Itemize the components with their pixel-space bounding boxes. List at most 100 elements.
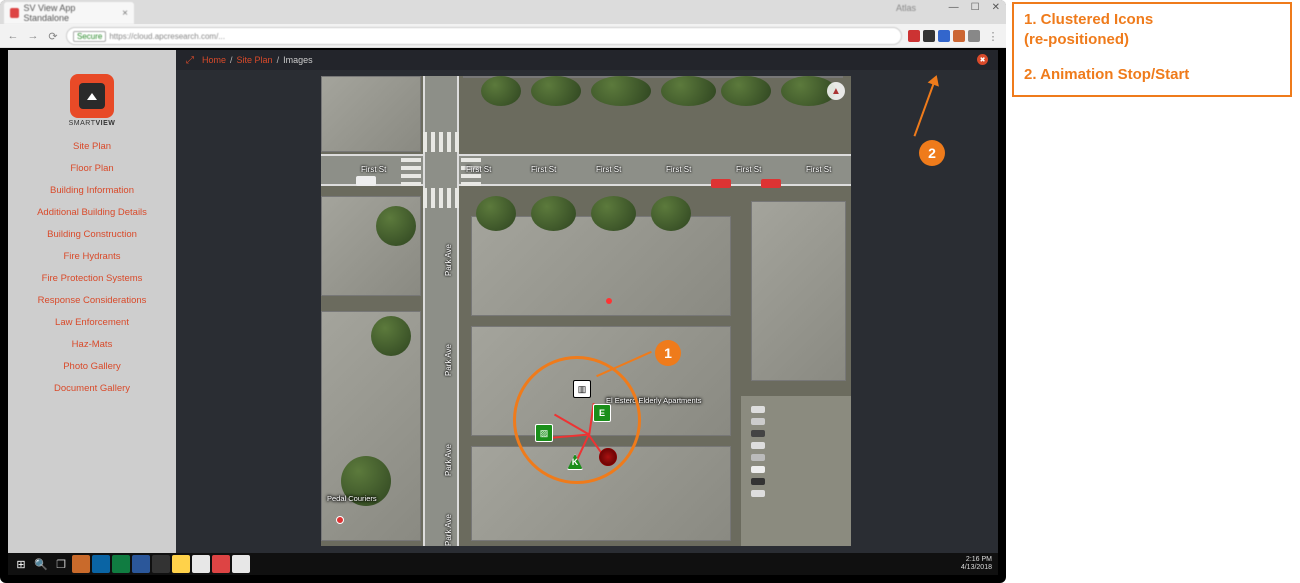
street-label: First St	[531, 165, 556, 174]
expand-icon[interactable]: ⤢	[186, 55, 194, 66]
ext-icon[interactable]	[923, 30, 935, 42]
street-label: Park Ave	[444, 244, 453, 276]
sidebar-item-law-enforcement[interactable]: Law Enforcement	[8, 311, 176, 333]
street-label: First St	[466, 165, 491, 174]
task-view-icon[interactable]: ❐	[52, 555, 70, 573]
page-content: Apps Resources Map for product s... Port…	[8, 50, 998, 553]
street-label: Park Ave	[444, 344, 453, 376]
street-label: First St	[736, 165, 761, 174]
crosswalk	[423, 188, 459, 208]
taskbar-app-icon[interactable]	[112, 555, 130, 573]
browser-profile-name[interactable]: Atlas	[896, 3, 916, 13]
url-text: https://cloud.apcresearch.com/...	[109, 32, 225, 41]
vehicle	[751, 466, 765, 473]
tree	[376, 206, 416, 246]
brand-text: SMARTVIEW	[8, 120, 176, 127]
tab-favicon	[10, 8, 19, 18]
sidebar-item-building-information[interactable]: Building Information	[8, 179, 176, 201]
taskbar-app-icon[interactable]	[172, 555, 190, 573]
browser-window: SV View App Standalone × Atlas — ☐ ✕ ← →…	[0, 0, 1006, 583]
vehicle	[356, 176, 376, 186]
browser-chrome: SV View App Standalone × Atlas — ☐ ✕ ← →…	[0, 0, 1006, 48]
sidebar-item-floor-plan[interactable]: Floor Plan	[8, 157, 176, 179]
app-logo[interactable]	[70, 74, 114, 118]
breadcrumb-sep: /	[230, 55, 233, 65]
sidebar-item-response[interactable]: Response Considerations	[8, 289, 176, 311]
tab-close-icon[interactable]: ×	[122, 8, 128, 19]
crosswalk	[401, 154, 421, 186]
breadcrumb-mid[interactable]: Site Plan	[237, 55, 273, 65]
building	[751, 201, 846, 381]
ext-icon[interactable]	[938, 30, 950, 42]
taskbar-app-icon[interactable]	[132, 555, 150, 573]
maximize-icon[interactable]: ☐	[971, 2, 980, 13]
map-marker-danger[interactable]	[599, 448, 617, 466]
close-icon[interactable]: ✕	[992, 2, 1000, 13]
vehicle	[751, 418, 765, 425]
taskbar-app-icon[interactable]	[152, 555, 170, 573]
compass-icon[interactable]: ▲	[827, 82, 845, 100]
sidebar-item-building-construction[interactable]: Building Construction	[8, 223, 176, 245]
taskbar-app-icon[interactable]	[192, 555, 210, 573]
building	[471, 216, 731, 316]
search-icon[interactable]: 🔍	[32, 555, 50, 573]
vehicle	[751, 406, 765, 413]
taskbar-app-icon[interactable]	[212, 555, 230, 573]
street-label: Park Ave	[444, 444, 453, 476]
tab-title: SV View App Standalone	[23, 3, 118, 23]
vehicle	[751, 454, 765, 461]
clock-time: 2:16 PM	[966, 556, 992, 564]
breadcrumb-root[interactable]: Home	[202, 55, 226, 65]
tree	[591, 196, 636, 231]
map-viewport[interactable]: First St First St First St First St Firs…	[321, 76, 851, 546]
vehicle	[761, 179, 781, 188]
reload-button[interactable]: ⟳	[46, 29, 60, 43]
street-label: First St	[806, 165, 831, 174]
poi-label-corner: Pedal Couriers	[327, 494, 377, 503]
breadcrumb-leaf: Images	[283, 55, 313, 65]
animation-toggle-button[interactable]: ✖	[977, 54, 988, 65]
ext-icon[interactable]	[908, 30, 920, 42]
sidebar-item-fire-hydrants[interactable]: Fire Hydrants	[8, 245, 176, 267]
main-panel: ⤢ Home / Site Plan / Images ✖	[176, 50, 998, 553]
sidebar-item-haz-mats[interactable]: Haz-Mats	[8, 333, 176, 355]
sidebar-item-photo-gallery[interactable]: Photo Gallery	[8, 355, 176, 377]
secure-chip: Secure	[73, 31, 106, 42]
taskbar-app-icon[interactable]	[72, 555, 90, 573]
tree	[481, 76, 521, 106]
tree	[651, 196, 691, 231]
tree	[721, 76, 771, 106]
vehicle	[751, 442, 765, 449]
sidebar-item-additional-details[interactable]: Additional Building Details	[8, 201, 176, 223]
ext-icon[interactable]	[953, 30, 965, 42]
back-button[interactable]: ←	[6, 29, 20, 43]
menu-icon[interactable]: ⋮	[986, 29, 1000, 43]
annotation-legend: 1. Clustered Icons (re-positioned) 2. An…	[1012, 2, 1292, 97]
vehicle	[751, 430, 765, 437]
tree	[531, 196, 576, 231]
taskbar-app-icon[interactable]	[232, 555, 250, 573]
address-bar[interactable]: Secure https://cloud.apcresearch.com/...	[66, 27, 902, 45]
browser-tab[interactable]: SV View App Standalone ×	[4, 2, 134, 24]
ext-icon[interactable]	[968, 30, 980, 42]
start-button[interactable]: ⊞	[12, 555, 30, 573]
map-marker-meter[interactable]: ▥	[573, 380, 591, 398]
tree	[371, 316, 411, 356]
sidebar-item-fire-protection[interactable]: Fire Protection Systems	[8, 267, 176, 289]
hydrant-marker[interactable]	[336, 516, 344, 524]
map-marker-electrical[interactable]: E	[593, 404, 611, 422]
breadcrumb-sep: /	[277, 55, 280, 65]
crosswalk	[423, 132, 459, 152]
forward-button[interactable]: →	[26, 29, 40, 43]
system-tray[interactable]: 2:16 PM 4/13/2018	[961, 553, 992, 575]
taskbar-app-icon[interactable]	[92, 555, 110, 573]
sidebar-item-site-plan[interactable]: Site Plan	[8, 135, 176, 157]
street-label: First St	[596, 165, 621, 174]
annotation-text-1: 1. Clustered Icons	[1024, 10, 1280, 30]
annotation-badge-1: 1	[655, 340, 681, 366]
clock-date: 4/13/2018	[961, 564, 992, 572]
map-marker-stairs[interactable]: ▨	[535, 424, 553, 442]
sidebar-item-document-gallery[interactable]: Document Gallery	[8, 377, 176, 399]
minimize-icon[interactable]: —	[949, 2, 959, 13]
map-canvas: First St First St First St First St Firs…	[321, 76, 851, 546]
